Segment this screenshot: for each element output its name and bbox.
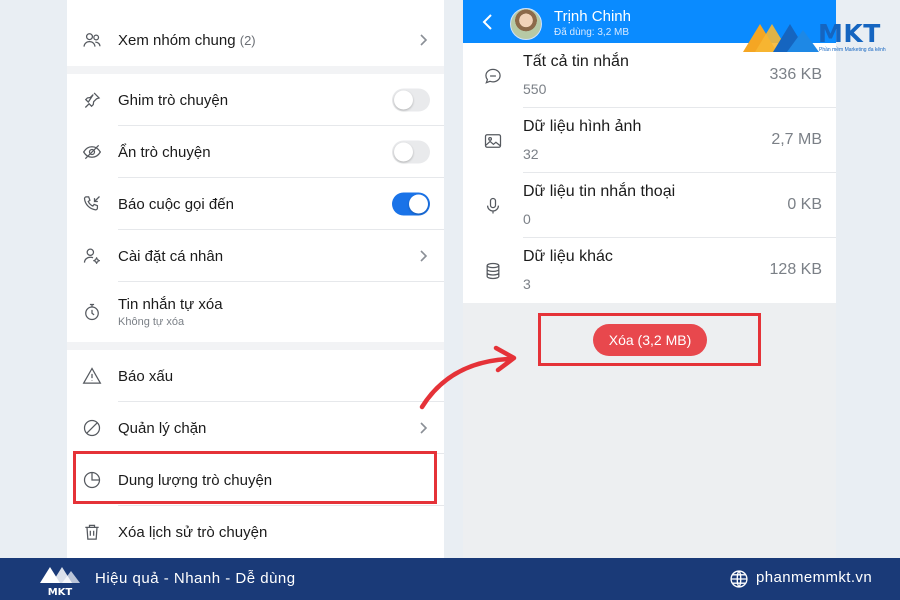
block-icon xyxy=(81,417,103,439)
report-label: Báo xấu xyxy=(118,367,174,385)
warning-icon xyxy=(81,365,103,387)
storage-row-title: Tất cả tin nhắn xyxy=(523,53,629,70)
storage-usage: Đã dùng: 3,2 MB xyxy=(554,27,630,38)
hide-chat-label: Ẩn trò chuyện xyxy=(118,143,211,161)
logo-text: MKT xyxy=(818,19,881,48)
footer-logo-mark: MKT xyxy=(40,567,80,597)
contact-name: Trịnh Chinh xyxy=(554,8,631,25)
storage-row-voice[interactable]: Dữ liệu tin nhắn thoại 0 0 KB xyxy=(463,173,836,238)
auto-delete-row[interactable]: Tin nhắn tự xóa Không tự xóa xyxy=(67,282,444,342)
storage-row-size: 128 KB xyxy=(769,261,822,278)
block-manage-row[interactable]: Quản lý chặn xyxy=(67,402,444,454)
avatar xyxy=(510,8,542,40)
block-manage-label: Quản lý chặn xyxy=(118,419,207,437)
group-card: Xem nhóm chung (2) xyxy=(67,0,444,66)
clear-history-row[interactable]: Xóa lịch sử trò chuyện xyxy=(67,506,444,558)
chat-storage-highlight xyxy=(73,451,437,504)
storage-row-count: 3 xyxy=(523,276,531,292)
incoming-call-row: Báo cuộc gọi đến xyxy=(67,178,444,230)
mkt-logo-mark xyxy=(743,24,819,52)
user-settings-icon xyxy=(81,245,103,267)
microphone-icon xyxy=(486,197,500,213)
chat-storage-screen: Trịnh Chinh Đã dùng: 3,2 MB Tất cả tin n… xyxy=(463,0,836,558)
clear-history-label: Xóa lịch sử trò chuyện xyxy=(118,523,268,541)
storage-row-size: 0 KB xyxy=(787,196,822,213)
hide-chat-toggle[interactable] xyxy=(392,140,430,164)
timer-icon xyxy=(81,301,103,323)
storage-row-size: 336 KB xyxy=(769,66,822,83)
auto-delete-status: Không tự xóa xyxy=(118,316,185,328)
view-common-groups-label: Xem nhóm chung xyxy=(118,31,236,49)
chevron-right-icon xyxy=(420,34,428,46)
pin-icon xyxy=(81,89,103,111)
slogan: Hiệu quả - Nhanh - Dễ dùng xyxy=(95,570,296,587)
globe-icon xyxy=(730,570,748,588)
storage-row-title: Dữ liệu hình ảnh xyxy=(523,118,642,135)
storage-row-count: 0 xyxy=(523,211,531,227)
website-link[interactable]: phanmemmkt.vn xyxy=(756,569,872,586)
image-icon xyxy=(484,133,502,148)
incoming-call-icon xyxy=(81,193,103,215)
auto-delete-label: Tin nhắn tự xóa xyxy=(118,296,223,313)
chevron-right-icon xyxy=(420,250,428,262)
trash-icon xyxy=(81,521,103,543)
back-icon[interactable] xyxy=(482,13,494,31)
storage-row-size: 2,7 MB xyxy=(771,131,822,148)
pin-chat-toggle[interactable] xyxy=(392,88,430,112)
storage-row-count: 550 xyxy=(523,81,547,97)
personal-settings-row[interactable]: Cài đặt cá nhân xyxy=(67,230,444,282)
eye-off-icon xyxy=(81,141,103,163)
pin-chat-label: Ghim trò chuyện xyxy=(118,91,229,109)
report-row[interactable]: Báo xấu xyxy=(67,350,444,402)
hide-chat-row: Ẩn trò chuyện xyxy=(67,126,444,178)
incoming-call-toggle[interactable] xyxy=(392,192,430,216)
mkt-logo: MKT Phần mềm Marketing đa kênh xyxy=(743,18,893,60)
storage-row-other[interactable]: Dữ liệu khác 3 128 KB xyxy=(463,238,836,303)
storage-row-count: 32 xyxy=(523,146,539,162)
personal-settings-label: Cài đặt cá nhân xyxy=(118,247,224,265)
common-groups-count: (2) xyxy=(239,32,256,48)
pin-chat-row: Ghim trò chuyện xyxy=(67,74,444,126)
chevron-right-icon xyxy=(420,422,428,434)
curved-arrow-icon xyxy=(419,345,517,410)
group-icon xyxy=(81,29,103,51)
storage-row-title: Dữ liệu khác xyxy=(523,248,613,265)
database-icon xyxy=(486,262,500,279)
storage-row-title: Dữ liệu tin nhắn thoại xyxy=(523,183,676,200)
message-icon xyxy=(485,68,501,84)
footer-bar: MKT Hiệu quả - Nhanh - Dễ dùng phanmemmk… xyxy=(0,558,900,600)
view-common-groups-row[interactable]: Xem nhóm chung (2) xyxy=(67,14,444,66)
chat-settings-card: Ghim trò chuyện Ẩn trò chuyện Báo cuộc g… xyxy=(67,74,444,342)
logo-tagline: Phần mềm Marketing đa kênh xyxy=(819,47,886,53)
footer-logo-text: MKT xyxy=(48,587,73,597)
storage-data-list: Tất cả tin nhắn 550 336 KB Dữ liệu hình … xyxy=(463,43,836,303)
storage-row-images[interactable]: Dữ liệu hình ảnh 32 2,7 MB xyxy=(463,108,836,173)
incoming-call-label: Báo cuộc gọi đến xyxy=(118,195,234,213)
delete-button-highlight xyxy=(538,313,761,366)
